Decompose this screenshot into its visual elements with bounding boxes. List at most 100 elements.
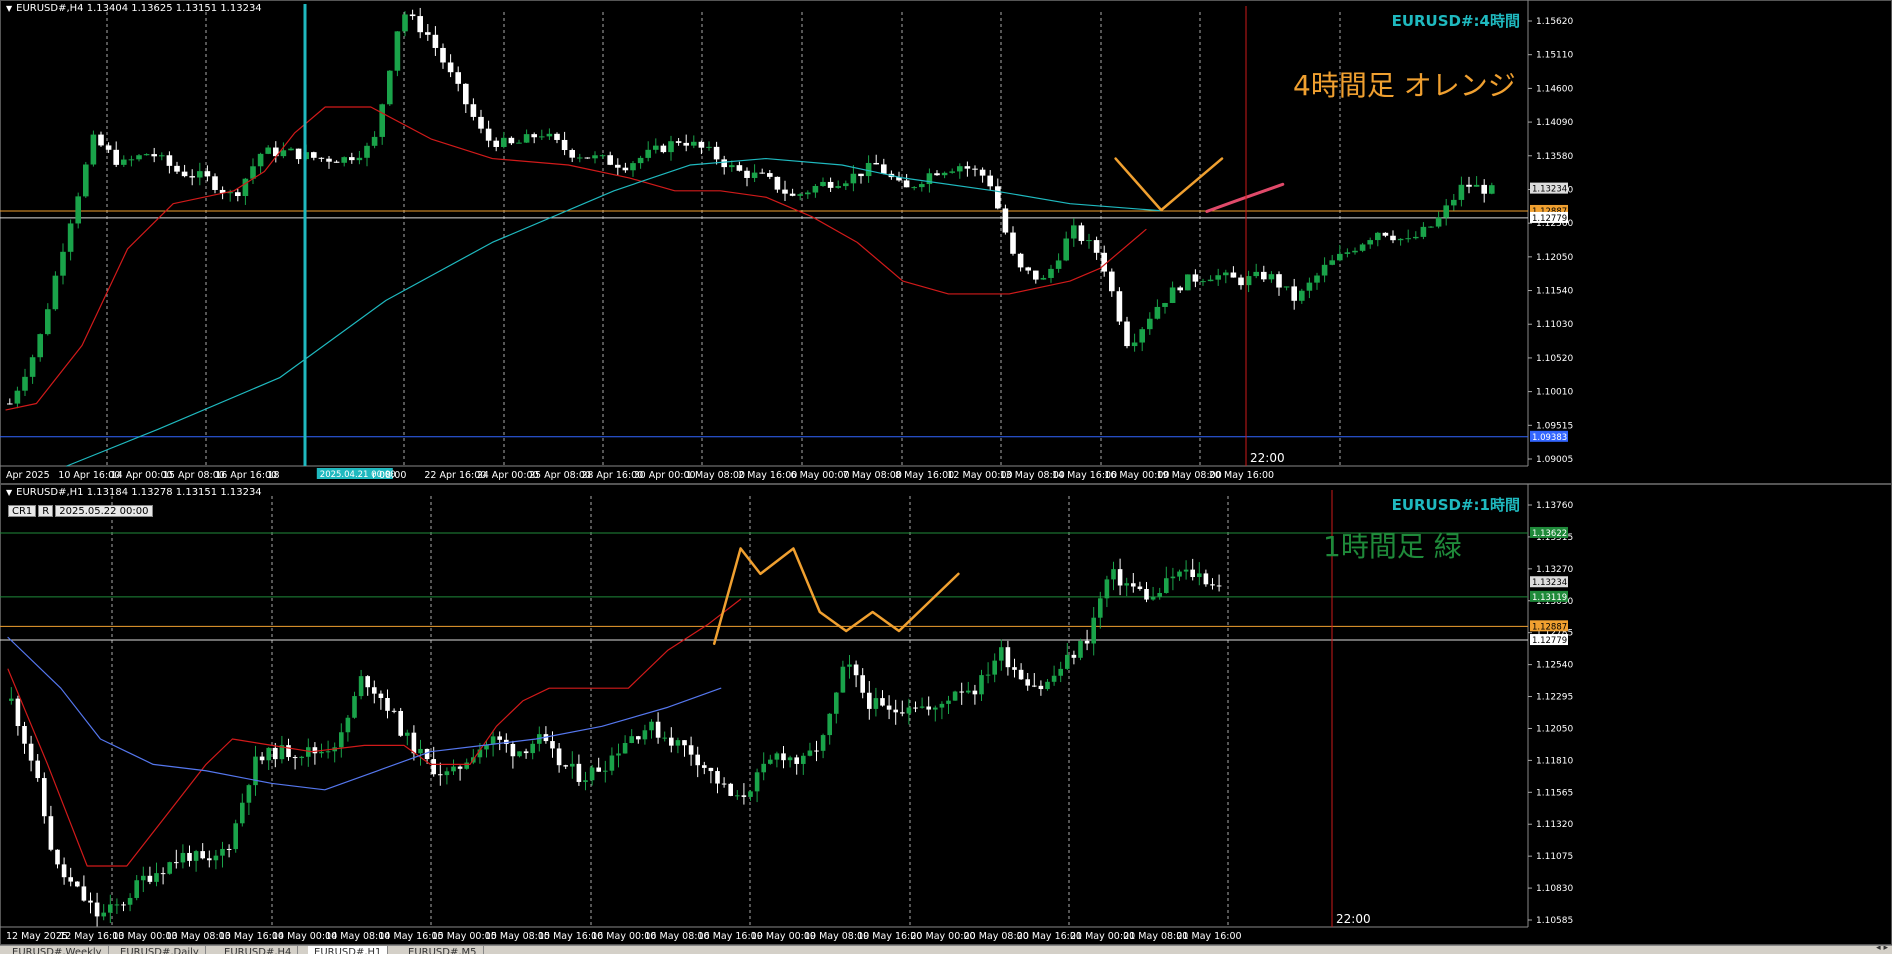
time-scale-label: 7 May 08:00 <box>843 470 902 481</box>
candle-body <box>919 706 925 708</box>
candle-body <box>577 157 583 159</box>
price-scale-label: 1.11320 <box>1536 820 1573 830</box>
candle-body <box>200 851 205 859</box>
candle-body <box>517 751 522 757</box>
price-scale-label: 1.10585 <box>1536 916 1573 926</box>
collapse-triangle-icon[interactable]: ▼ <box>6 488 12 497</box>
candle-body <box>1291 286 1297 301</box>
candle-body <box>516 142 522 144</box>
candle-body <box>187 852 192 861</box>
candle-body <box>1443 205 1449 218</box>
candle-body <box>1261 271 1267 280</box>
candle-body <box>1169 287 1176 303</box>
price-scale-label: 1.11075 <box>1536 852 1573 862</box>
candle-body <box>455 72 461 84</box>
collapse-triangle-icon[interactable]: ▼ <box>6 4 12 13</box>
candle-body <box>523 134 530 143</box>
date-box[interactable]: 2025.05.22 00:00 <box>55 505 153 517</box>
candle-body <box>121 159 127 165</box>
candle-body <box>425 32 431 35</box>
candle-body <box>959 691 964 693</box>
candle-body <box>561 139 568 151</box>
candle-body <box>385 697 390 711</box>
candle-body <box>493 140 499 147</box>
candle-body <box>174 165 180 172</box>
candle-body <box>1111 569 1116 580</box>
candle-body <box>1210 584 1215 586</box>
price-scale-label: 1.11565 <box>1536 788 1573 798</box>
price-scale-label: 1.11030 <box>1536 320 1573 330</box>
forecast-line-secondary <box>1205 182 1285 213</box>
candle-body <box>7 403 13 405</box>
candle-body <box>440 47 446 63</box>
price-scale-label: 1.13760 <box>1536 501 1573 511</box>
tag-cr1-button[interactable]: CR1 <box>8 505 37 517</box>
candle-body <box>14 390 21 404</box>
candle-body <box>364 145 370 158</box>
price-scale-label: 1.10520 <box>1536 354 1573 364</box>
candle-body <box>1078 640 1083 658</box>
candle-body <box>299 756 304 758</box>
candle-body <box>45 309 51 335</box>
candle-body <box>873 162 879 165</box>
h1-chart-panel[interactable]: 22:001.137601.135151.132701.130301.12785… <box>0 484 1892 945</box>
candle-body <box>1299 290 1305 301</box>
candle-body <box>189 176 195 178</box>
candle-body <box>660 145 667 153</box>
candle-body <box>1283 286 1290 288</box>
candle-body <box>48 816 54 850</box>
candle-body <box>147 875 153 882</box>
h4-chart-canvas[interactable]: 22:00 1.15620 1.15110 1.14600 1.14090 1.13580… <box>0 0 1892 484</box>
candle-body <box>682 740 687 746</box>
candle-body <box>1124 321 1130 347</box>
candle-body <box>867 692 872 709</box>
candle-body <box>141 875 146 881</box>
panel-frame <box>0 0 1892 484</box>
candle-body <box>242 178 249 197</box>
candle-body <box>946 700 951 704</box>
candle-body <box>843 183 849 187</box>
candle-body <box>539 136 545 138</box>
candle-body <box>1466 184 1472 187</box>
candle-body <box>352 696 357 718</box>
candle-body <box>128 159 135 161</box>
candle-body <box>1435 217 1442 227</box>
price-scale-label: 1.14600 <box>1536 84 1573 94</box>
candle-body <box>1215 275 1221 280</box>
candle-body <box>273 747 278 760</box>
candle-body <box>873 698 879 709</box>
h1-chart-canvas[interactable]: 22:001.137601.135151.132701.130301.12785… <box>0 484 1892 945</box>
candle-body <box>774 753 780 760</box>
candle-body <box>1489 185 1495 194</box>
candle-body <box>113 149 119 165</box>
h4-chart-panel[interactable]: 22:00 1.15620 1.15110 1.14600 1.14090 1.13580… <box>0 0 1892 484</box>
candle-body <box>501 137 507 147</box>
candle-body <box>1071 654 1077 658</box>
candle-body <box>318 157 325 159</box>
candle-body <box>1390 235 1396 241</box>
candle-body <box>754 772 760 792</box>
candle-body <box>213 855 219 861</box>
price-scale-label: 1.12050 <box>1536 253 1573 263</box>
candle-body <box>1018 669 1024 680</box>
candle-body <box>1458 184 1465 200</box>
candle-body <box>1124 583 1129 586</box>
price-scale-label: 1.09005 <box>1536 455 1573 465</box>
tab-scroll-arrows-icon[interactable]: ◂ ▸ <box>1876 946 1888 953</box>
candle-body <box>75 196 81 224</box>
candle-body <box>1397 238 1404 241</box>
candle-body <box>22 376 28 391</box>
price-tag-label: 1.12887 <box>1532 622 1567 632</box>
candle-body <box>405 732 410 736</box>
candle-body <box>653 145 659 150</box>
candle-body <box>576 763 582 782</box>
candle-body <box>52 275 59 310</box>
tag-r-button[interactable]: R <box>38 505 54 517</box>
candle-body <box>167 862 172 874</box>
candle-body <box>1091 617 1096 644</box>
candle-body <box>212 176 218 190</box>
candle-body <box>365 676 370 688</box>
candle-body <box>636 736 641 740</box>
candle-body <box>554 133 560 140</box>
candle-body <box>761 763 766 773</box>
